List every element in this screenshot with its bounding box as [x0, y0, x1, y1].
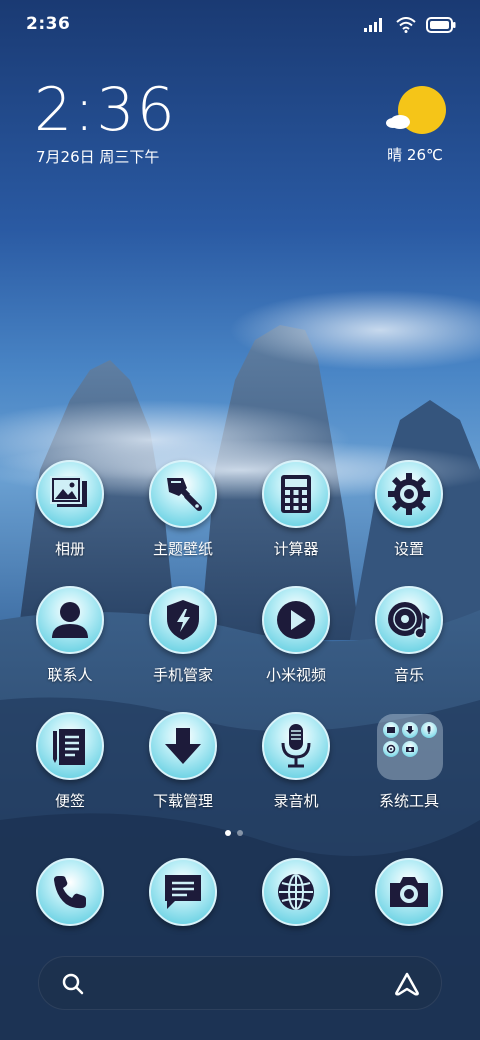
app-label: 主题壁纸	[152, 540, 213, 558]
app-settings[interactable]: 设置	[359, 460, 459, 570]
camera-icon	[390, 877, 428, 907]
search-icon[interactable]	[61, 972, 85, 996]
app-icon-bg	[262, 460, 330, 528]
app-icon-bg	[36, 712, 104, 780]
phone-icon	[54, 876, 86, 909]
app-calculator[interactable]: 计算器	[246, 460, 346, 570]
app-label: 下载管理	[152, 792, 213, 810]
app-icon-bg	[149, 712, 217, 780]
app-icon-bg	[36, 586, 104, 654]
app-label: 录音机	[273, 792, 319, 810]
app-icon-bg	[36, 858, 104, 926]
signal-icon	[364, 18, 382, 32]
notes-icon	[53, 729, 85, 765]
battery-icon	[426, 17, 456, 33]
mini-app-icon	[402, 722, 418, 738]
app-music[interactable]: 音乐	[359, 586, 459, 696]
app-notes[interactable]: 便签	[20, 712, 120, 822]
dock-browser[interactable]	[246, 858, 346, 930]
status-bar: 2:36	[0, 0, 480, 50]
mini-app-icon	[402, 741, 418, 757]
folder-system-tools[interactable]: 系统工具	[359, 712, 459, 822]
app-recorder[interactable]: 录音机	[246, 712, 346, 822]
wifi-icon	[396, 17, 416, 33]
app-label: 联系人	[47, 666, 93, 684]
clock-time: 2:36	[34, 75, 177, 145]
app-contacts[interactable]: 联系人	[20, 586, 120, 696]
search-bar[interactable]	[38, 956, 442, 1010]
dock-phone[interactable]	[20, 858, 120, 930]
app-security[interactable]: 手机管家	[133, 586, 233, 696]
app-label: 相册	[54, 540, 85, 558]
app-icon-bg	[149, 460, 217, 528]
gear-icon	[388, 473, 430, 515]
app-icon-bg	[149, 586, 217, 654]
dock-camera[interactable]	[359, 858, 459, 930]
app-theme-wallpaper[interactable]: 主题壁纸	[133, 460, 233, 570]
clock-widget[interactable]: 2:36 7月26日 周三下午	[34, 75, 254, 166]
dock-messages[interactable]	[133, 858, 233, 930]
app-label: 小米视频	[265, 666, 326, 684]
calculator-icon	[281, 475, 311, 513]
assistant-icon[interactable]	[393, 972, 421, 996]
page-dot-active	[225, 830, 231, 836]
app-label: 音乐	[393, 666, 424, 684]
clock-date: 7月26日 周三下午	[36, 148, 160, 166]
app-downloads[interactable]: 下载管理	[133, 712, 233, 822]
app-icon-bg	[375, 586, 443, 654]
page-dot	[237, 830, 243, 836]
app-mi-video[interactable]: 小米视频	[246, 586, 346, 696]
app-label: 便签	[54, 792, 85, 810]
app-icon-bg	[262, 858, 330, 926]
app-label: 计算器	[273, 540, 319, 558]
app-gallery[interactable]: 相册	[20, 460, 120, 570]
gallery-icon	[50, 476, 87, 507]
app-icon-bg	[375, 460, 443, 528]
theme-brush-icon	[167, 478, 202, 511]
app-label: 系统工具	[378, 792, 439, 810]
app-icon-bg	[262, 712, 330, 780]
app-icon-bg	[149, 858, 217, 926]
music-disc-icon	[388, 602, 430, 639]
weather-text: 晴 26℃	[387, 146, 443, 164]
page-indicator	[214, 830, 254, 838]
app-icon-bg	[262, 586, 330, 654]
mini-app-icon	[421, 722, 437, 738]
status-time: 2:36	[26, 14, 71, 34]
app-label: 设置	[393, 540, 424, 558]
weather-widget[interactable]: 晴 26℃	[382, 84, 452, 174]
browser-globe-icon	[278, 874, 314, 910]
app-icon-bg	[375, 858, 443, 926]
message-icon	[165, 875, 201, 909]
sunny-cloud-icon	[386, 86, 446, 134]
download-arrow-icon	[165, 728, 201, 764]
app-label: 手机管家	[152, 666, 213, 684]
mini-app-icon	[383, 722, 399, 738]
mini-app-icon	[383, 741, 399, 757]
app-icon-bg	[36, 460, 104, 528]
status-icons	[364, 15, 456, 35]
contact-person-icon	[52, 602, 88, 638]
folder-icon	[377, 714, 443, 780]
play-icon	[277, 601, 315, 639]
security-shield-icon	[167, 600, 199, 640]
microphone-icon	[281, 724, 311, 768]
